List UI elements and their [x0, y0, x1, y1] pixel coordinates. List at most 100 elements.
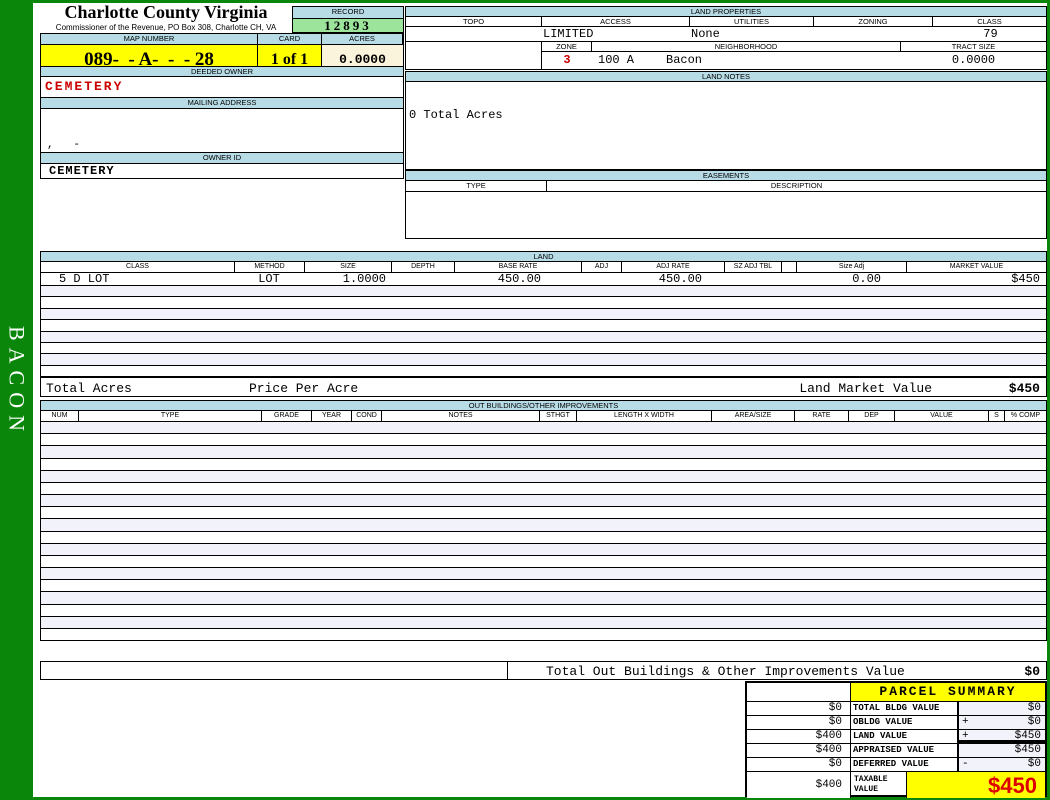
total-bldg-value: $0	[1027, 702, 1041, 714]
out-buildings-totals-spacer	[41, 662, 508, 679]
deferred-value-cell: - $0	[957, 758, 1045, 771]
taxable-left: $400	[747, 772, 851, 798]
col-sthgt: STHGT	[539, 411, 576, 421]
col-topo: TOPO	[462, 17, 485, 26]
col-cond: COND	[351, 411, 381, 421]
mailing-address-box: , -	[40, 109, 404, 153]
parcel-summary: PARCEL SUMMARY $0 TOTAL BLDG VALUE $0 $0…	[745, 681, 1047, 798]
appraised-label: APPRAISED VALUE	[851, 744, 957, 757]
total-bldg-label: TOTAL BLDG VALUE	[851, 702, 957, 715]
neighborhood-sidebar-label: BACON	[4, 326, 30, 439]
deferred-op: -	[962, 758, 969, 770]
empty-row	[41, 531, 1046, 544]
county-subtitle: Commissioner of the Revenue, PO Box 308,…	[55, 23, 277, 32]
owner-block: DEEDED OWNER CEMETERY MAILING ADDRESS , …	[40, 66, 404, 179]
obldg-op: +	[962, 716, 969, 728]
col-grade: GRADE	[261, 411, 311, 421]
col-base-rate: BASE RATE	[454, 262, 581, 272]
empty-row	[41, 331, 1046, 343]
easements-header: TYPE DESCRIPTION	[405, 181, 1047, 192]
acres-label: ACRES	[322, 34, 403, 45]
neighborhood-label: NEIGHBORHOOD	[592, 42, 901, 51]
land-adj	[581, 273, 621, 285]
col-value: VALUE	[894, 411, 988, 421]
taxable-value-cell: $450	[907, 772, 1045, 798]
land-class: 5 D LOT	[59, 272, 110, 286]
empty-row	[41, 422, 1046, 435]
utilities-value: None	[691, 27, 720, 41]
land-title: LAND	[41, 252, 1046, 262]
parcel-summary-title: PARCEL SUMMARY	[851, 683, 1045, 701]
empty-row	[41, 434, 1046, 447]
land-properties-values: LIMITED None 79	[405, 27, 1047, 42]
out-buildings-totals-row: Total Out Buildings & Other Improvements…	[40, 661, 1047, 680]
empty-row	[41, 286, 1046, 298]
mailing-address-label: MAILING ADDRESS	[40, 98, 404, 109]
summary-row-total-bldg: $0 TOTAL BLDG VALUE $0	[747, 701, 1045, 715]
summary-row-appraised: $400 APPRAISED VALUE $450	[747, 743, 1045, 757]
empty-row	[41, 543, 1046, 556]
land-label: LAND VALUE	[851, 730, 957, 743]
empty-row	[41, 568, 1046, 581]
empty-row	[41, 342, 1046, 355]
out-buildings-header: NUM TYPE GRADE YEAR COND NOTES STHGT LEN…	[41, 411, 1046, 422]
col-easement-type: TYPE	[466, 181, 486, 190]
col-market-value: MARKET VALUE	[906, 262, 1046, 272]
class-value: 79	[983, 27, 998, 41]
easements-title: EASEMENTS	[405, 170, 1047, 181]
owner-id-value: CEMETERY	[40, 164, 404, 179]
land-notes-title: LAND NOTES	[405, 71, 1047, 82]
empty-row	[41, 555, 1046, 569]
empty-row	[41, 519, 1046, 532]
land-table: LAND CLASS METHOD SIZE DEPTH BASE RATE A…	[40, 251, 1047, 377]
total-acres-label: Total Acres	[46, 381, 132, 396]
land-depth	[391, 273, 454, 285]
land-left: $400	[747, 730, 851, 743]
zone-box: ZONE NEIGHBORHOOD TRACT SIZE 3 100 A Bac…	[541, 41, 1047, 70]
summary-row-obldg: $0 OBLDG VALUE + $0	[747, 715, 1045, 729]
land-market-value-label: Land Market Value	[799, 381, 932, 396]
zone-header: ZONE NEIGHBORHOOD TRACT SIZE	[542, 42, 1046, 52]
deeded-owner-label: DEEDED OWNER	[40, 66, 404, 77]
parcel-summary-header: PARCEL SUMMARY	[747, 683, 1045, 701]
appraised-left: $400	[747, 744, 851, 757]
land-size-adj: 0.00	[852, 272, 881, 286]
deeded-owner-value: CEMETERY	[40, 77, 404, 98]
obldg-label: OBLDG VALUE	[851, 716, 957, 729]
empty-row	[41, 354, 1046, 366]
land-size: 1.0000	[342, 272, 386, 286]
col-size-adj: Size Adj	[796, 262, 906, 272]
empty-row	[41, 628, 1046, 641]
deferred-left: $0	[747, 758, 851, 771]
col-dep: DEP	[848, 411, 894, 421]
land-sz-adj-tbl	[724, 273, 781, 285]
col-type: TYPE	[78, 411, 261, 421]
price-per-acre-label: Price Per Acre	[249, 381, 359, 396]
empty-row	[41, 592, 1046, 605]
empty-row	[41, 495, 1046, 508]
col-s: S	[988, 411, 1004, 421]
col-length-width: LENGTH X WIDTH	[576, 411, 711, 421]
empty-row	[41, 604, 1046, 617]
empty-row	[41, 616, 1046, 629]
empty-row	[41, 458, 1046, 471]
col-sz-adj-tbl: SZ ADJ TBL	[724, 262, 781, 272]
land-empty-rows	[41, 286, 1046, 376]
record-value: 12893	[293, 18, 403, 33]
empty-row	[41, 320, 1046, 332]
land-properties: LAND PROPERTIES TOPO ACCESS UTILITIES ZO…	[405, 6, 1047, 70]
easements-box	[405, 192, 1047, 239]
out-buildings-total-value: $0	[1024, 664, 1040, 679]
land-notes: LAND NOTES 0 Total Acres	[405, 71, 1047, 170]
land-notes-text: 0 Total Acres	[409, 108, 503, 122]
empty-row	[41, 482, 1046, 496]
land-row: 5 D LOT LOT 1.0000 450.00 450.00 0.00 $4…	[41, 273, 1046, 286]
total-bldg-left: $0	[747, 702, 851, 715]
appraised-value: $450	[1014, 744, 1041, 756]
col-class: CLASS	[932, 17, 1046, 26]
col-pct-comp: % COMP	[1004, 411, 1046, 421]
land-table-header: CLASS METHOD SIZE DEPTH BASE RATE ADJ AD…	[41, 262, 1046, 273]
col-depth: DEPTH	[391, 262, 454, 272]
empty-row	[41, 580, 1046, 593]
summary-row-land: $400 LAND VALUE + $450	[747, 729, 1045, 743]
